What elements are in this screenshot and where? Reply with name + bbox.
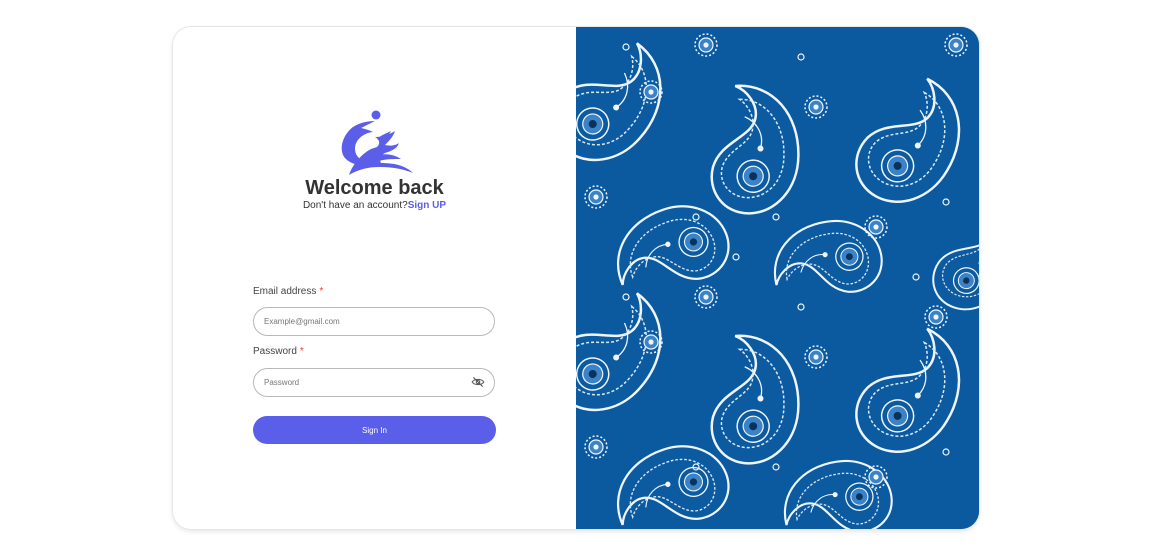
brand-logo-icon xyxy=(341,110,413,175)
eye-slash-icon[interactable] xyxy=(471,376,485,388)
required-marker: * xyxy=(319,286,324,297)
signup-prompt-text: Don't have an account? xyxy=(302,200,408,211)
paisley-pattern xyxy=(576,27,979,529)
login-panel: Welcome back Don't have an account?Sign … xyxy=(173,27,576,529)
required-marker: * xyxy=(299,346,304,357)
login-card: Welcome back Don't have an account?Sign … xyxy=(173,27,979,529)
password-field[interactable] xyxy=(253,368,495,397)
email-field[interactable] xyxy=(253,307,495,336)
decorative-panel xyxy=(576,27,979,529)
email-label-text: Email address xyxy=(253,286,317,297)
sign-in-button[interactable]: Sign In xyxy=(253,416,496,444)
password-label-text: Password xyxy=(253,346,297,357)
email-label: Email address * xyxy=(253,286,323,297)
password-label: Password * xyxy=(253,346,304,357)
signup-prompt: Don't have an account?Sign UP xyxy=(173,200,576,211)
signup-link[interactable]: Sign UP xyxy=(408,200,446,211)
page-title: Welcome back xyxy=(305,177,444,199)
